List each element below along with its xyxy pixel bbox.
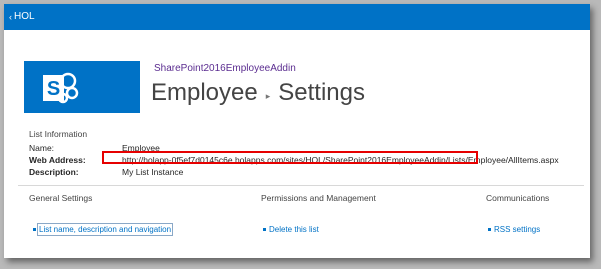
breadcrumb: Employee ▸ Settings (151, 79, 365, 107)
permissions-management-heading: Permissions and Management (261, 193, 376, 203)
sharepoint-logo[interactable]: S (24, 61, 140, 113)
bullet-icon (33, 228, 36, 231)
suite-bar: ‹ HOL (4, 4, 590, 30)
chevron-left-icon: ‹ (9, 11, 12, 22)
web-address-highlight-box (102, 151, 478, 164)
rss-settings-link[interactable]: RSS settings (488, 225, 540, 234)
delete-this-list-link[interactable]: Delete this list (263, 225, 319, 234)
back-to-hol-link[interactable]: ‹ HOL (9, 11, 35, 22)
link-label: RSS settings (494, 225, 541, 234)
divider (18, 185, 584, 186)
breadcrumb-separator-icon: ▸ (265, 90, 271, 101)
svg-text:S: S (47, 78, 60, 100)
back-link-label: HOL (14, 11, 35, 22)
description-value: My List Instance (122, 167, 184, 177)
breadcrumb-list-link[interactable]: Employee (151, 79, 258, 107)
sharepoint-page: ‹ HOL S SharePoint2016EmployeeAddin Empl… (4, 4, 590, 258)
communications-heading: Communications (486, 193, 550, 203)
list-information-heading: List Information (29, 129, 88, 139)
page-title: Settings (278, 79, 365, 106)
link-label: List name, description and navigation (36, 223, 174, 236)
general-settings-heading: General Settings (29, 193, 93, 203)
sharepoint-logo-icon: S (43, 72, 79, 104)
bullet-icon (263, 228, 266, 231)
description-row: Description: My List Instance (29, 167, 183, 177)
list-name-description-navigation-link[interactable]: List name, description and navigation (33, 223, 174, 236)
bullet-icon (488, 228, 491, 231)
description-label: Description: (29, 167, 79, 177)
site-title-link[interactable]: SharePoint2016EmployeeAddin (154, 63, 296, 74)
link-label: Delete this list (269, 225, 319, 234)
